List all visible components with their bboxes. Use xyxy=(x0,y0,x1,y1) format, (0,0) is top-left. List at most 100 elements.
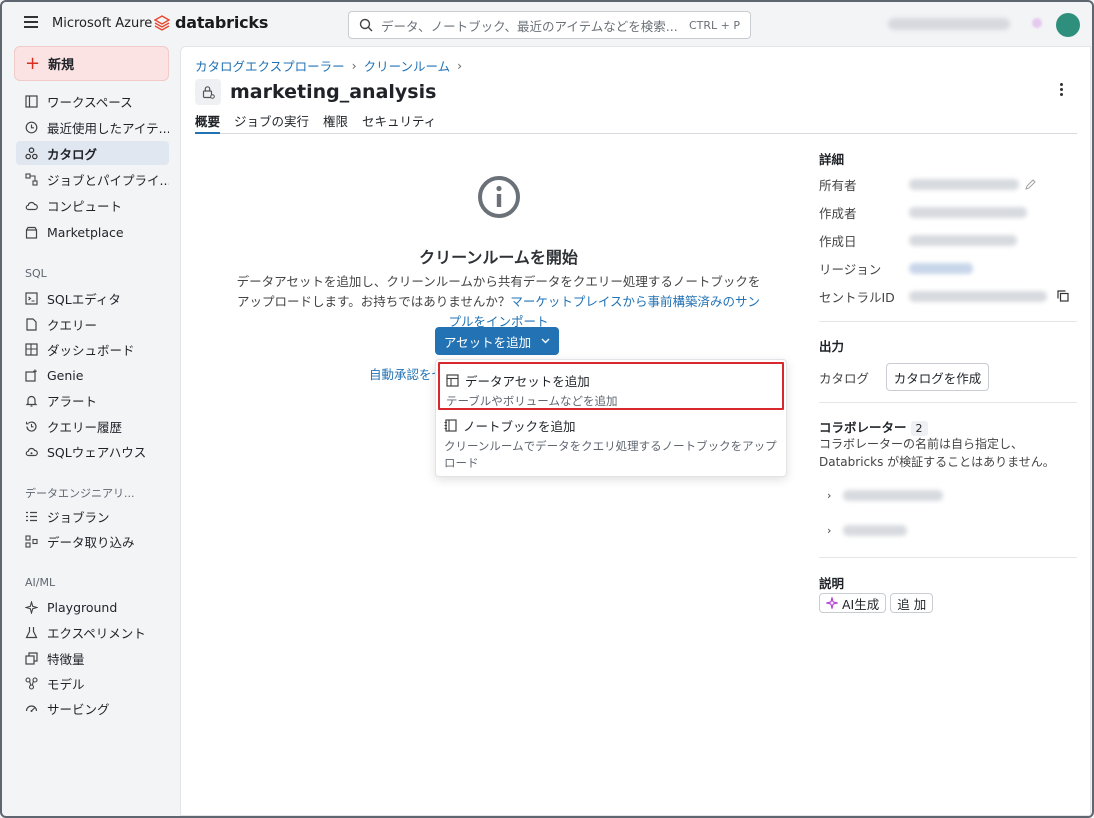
avatar[interactable] xyxy=(1056,13,1080,37)
sidebar-item-label: カタログ xyxy=(47,146,98,162)
sidebar-item-query-history[interactable]: クエリー履歴 xyxy=(16,414,169,438)
details-title: 詳細 xyxy=(819,152,845,167)
store-icon xyxy=(25,226,38,239)
divider xyxy=(819,557,1077,558)
sidebar-item-label: Genie xyxy=(47,367,84,383)
redacted-value xyxy=(909,234,1017,246)
redacted-value xyxy=(909,262,973,274)
job-runs-icon xyxy=(26,511,37,521)
create-catalog-button[interactable]: カタログを作成 xyxy=(886,363,989,391)
cloud-icon xyxy=(25,201,38,210)
sidebar-item-genie[interactable]: Genie xyxy=(16,363,169,387)
sidebar-item-label: ジョブラン xyxy=(47,509,110,525)
copy-icon[interactable] xyxy=(1057,290,1069,302)
plus-icon: + xyxy=(25,52,41,74)
sidebar-item-queries[interactable]: クエリー xyxy=(16,312,169,336)
add-description-button[interactable]: 追 加 xyxy=(890,593,934,613)
add-asset-label: アセットを追加 xyxy=(443,334,532,350)
notebook-icon xyxy=(444,419,457,432)
sidebar-item-dashboards[interactable]: ダッシュボード xyxy=(16,337,169,361)
sidebar-item-label: クエリー xyxy=(47,317,98,333)
sidebar-item-sql-warehouses[interactable]: SQLウェアハウス xyxy=(16,439,169,463)
sidebar-item-jobs[interactable]: ジョブとパイプライ... xyxy=(16,167,169,191)
sidebar-section-sql: SQL xyxy=(25,267,47,280)
tab-permissions[interactable]: 権限 xyxy=(323,110,348,134)
menu-item-add-notebook[interactable]: ノートブックを追加 クリーンルームでデータをクエリ処理するノートブックをアップロ… xyxy=(436,416,786,472)
tab-job-runs[interactable]: ジョブの実行 xyxy=(234,110,309,134)
tab-overview[interactable]: 概要 xyxy=(195,110,221,134)
new-button[interactable]: + 新規 xyxy=(14,46,169,81)
sidebar-item-label: SQLエディタ xyxy=(47,291,121,307)
sidebar-item-label: モデル xyxy=(47,676,85,692)
sidebar-item-label: アラート xyxy=(47,393,98,409)
search-shortcut: CTRL + P xyxy=(688,18,740,32)
detail-key: カタログ xyxy=(819,370,870,386)
sidebar-item-job-runs[interactable]: ジョブラン xyxy=(16,504,169,528)
redacted-value xyxy=(843,525,908,536)
sidebar-item-recents[interactable]: 最近使用したアイテ... xyxy=(16,115,169,139)
sidebar-item-alerts[interactable]: アラート xyxy=(16,388,169,412)
breadcrumb-catalog-explorer[interactable]: カタログエクスプローラー xyxy=(195,56,345,75)
sql-editor-icon xyxy=(25,291,38,305)
tab-bar: 概要 ジョブの実行 権限 セキュリティ xyxy=(195,110,1077,134)
ai-generate-button[interactable]: AI生成 xyxy=(819,593,887,613)
menu-item-description: テーブルやボリュームなどを追加 xyxy=(446,394,618,408)
sparkle-icon xyxy=(25,600,38,614)
tab-security[interactable]: セキュリティ xyxy=(362,110,436,134)
sidebar-item-data-ingestion[interactable]: データ取り込み xyxy=(16,529,169,553)
workspace-selector[interactable] xyxy=(888,18,1010,30)
output-catalog: カタログ カタログを作成 xyxy=(819,363,1077,391)
new-button-label: 新規 xyxy=(48,58,75,73)
sidebar-item-label: ワークスペース xyxy=(47,94,133,110)
sidebar-item-workspace[interactable]: ワークスペース xyxy=(16,89,169,113)
bell-icon xyxy=(25,395,38,407)
genie-icon xyxy=(25,369,37,382)
search-placeholder: データ、ノートブック、最近のアイテムなどを検索... xyxy=(381,18,678,34)
sidebar-item-marketplace[interactable]: Marketplace xyxy=(16,220,169,244)
collaborator-row[interactable]: › xyxy=(827,489,944,502)
sidebar-item-label: ダッシュボード xyxy=(47,342,135,358)
collaborators-title: コラボレーター xyxy=(819,420,907,435)
sidebar-item-compute[interactable]: コンピュート xyxy=(16,193,169,217)
menu-icon[interactable] xyxy=(24,16,38,28)
redacted-value xyxy=(909,290,1047,302)
search-input[interactable]: データ、ノートブック、最近のアイテムなどを検索... CTRL + P xyxy=(348,11,751,39)
sidebar-item-catalog[interactable]: カタログ xyxy=(16,141,169,165)
edit-icon[interactable] xyxy=(1025,178,1036,190)
databricks-logo-icon xyxy=(154,14,170,31)
info-icon xyxy=(477,176,520,218)
sidebar-item-models[interactable]: モデル xyxy=(16,671,169,695)
sidebar-item-label: ジョブとパイプライ... xyxy=(47,172,169,188)
sidebar-item-playground[interactable]: Playground xyxy=(16,595,169,619)
clean-room-icon xyxy=(195,79,221,105)
sidebar-item-experiments[interactable]: エクスペリメント xyxy=(16,620,169,644)
chevron-down-icon xyxy=(541,338,550,344)
table-icon xyxy=(446,374,459,387)
history-icon xyxy=(25,420,37,432)
sidebar-section-ai-ml: AI/ML xyxy=(25,576,56,589)
auto-approve-link[interactable]: 自動承認をセ xyxy=(369,364,444,383)
dashboard-icon xyxy=(25,342,38,356)
more-options-icon[interactable] xyxy=(1060,83,1064,97)
menu-item-add-data-asset[interactable]: データアセットを追加 テーブルやボリュームなどを追加 xyxy=(438,362,784,410)
breadcrumb-clean-rooms[interactable]: クリーンルーム xyxy=(364,56,451,75)
detail-created: 作成日 xyxy=(819,230,1077,250)
databricks-logo[interactable]: databricks xyxy=(154,13,268,32)
warehouse-icon xyxy=(25,447,38,456)
output-title: 出力 xyxy=(819,339,845,354)
add-asset-button[interactable]: アセットを追加 xyxy=(435,327,559,355)
query-icon xyxy=(26,317,37,331)
sidebar-item-serving[interactable]: サービング xyxy=(16,696,169,720)
sidebar-item-sql-editor[interactable]: SQLエディタ xyxy=(16,286,169,310)
collaborator-row[interactable]: › xyxy=(827,524,908,537)
detail-key: 作成日 xyxy=(819,233,857,249)
azure-label: Microsoft Azure xyxy=(52,16,153,31)
divider xyxy=(819,321,1077,322)
sidebar-item-features[interactable]: 特徴量 xyxy=(16,646,169,670)
main-panel: カタログエクスプローラー › クリーンルーム › marketing_analy… xyxy=(180,46,1091,816)
add-asset-dropdown: データアセットを追加 テーブルやボリュームなどを追加 ノートブックを追加 クリー… xyxy=(435,359,787,477)
description-actions: AI生成 追 加 xyxy=(819,593,934,613)
detail-key: セントラルID xyxy=(819,289,895,305)
collaborators-header: コラボレーター 2 xyxy=(819,417,928,436)
workspace-indicator xyxy=(1032,18,1042,28)
